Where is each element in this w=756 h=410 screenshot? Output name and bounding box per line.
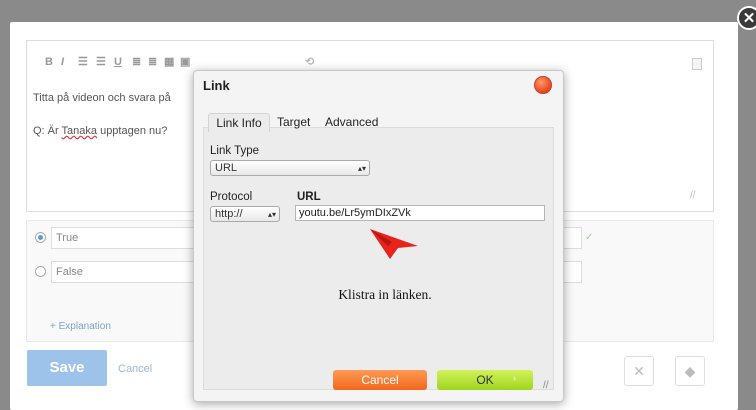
source-icon[interactable]: ⟲ [305, 55, 314, 68]
question-text-suffix: upptagen nu? [97, 125, 168, 137]
instruction-text: Klistra in länken. [338, 287, 432, 302]
resize-handle-icon[interactable]: // [690, 190, 696, 201]
protocol-label: Protocol [210, 191, 253, 203]
protocol-value: http:// [215, 208, 243, 220]
question-text-prefix: Q: Är [33, 125, 62, 137]
dialog-resize-icon[interactable]: // [543, 380, 549, 391]
protocol-select[interactable]: http:// ▴▾ [210, 206, 280, 222]
italic-icon[interactable]: I [61, 56, 64, 68]
align-left-icon[interactable]: ≣ [132, 55, 141, 68]
close-icon[interactable]: ✕ [737, 6, 756, 30]
tab-advanced[interactable]: Advanced [325, 113, 378, 131]
save-button[interactable]: Save [27, 350, 107, 386]
ordered-list-icon[interactable]: ☰ [78, 55, 88, 68]
misspelled-word: Tanaka [61, 125, 98, 137]
link-type-select[interactable]: URL ▴▾ [210, 160, 370, 176]
dialog-cancel-button[interactable]: Cancel [333, 370, 427, 390]
answer-false-radio[interactable] [35, 266, 46, 277]
scroll-up-icon[interactable] [692, 58, 702, 70]
question-text-line2: Q: Är Tanaka upptagen nu? [33, 125, 167, 137]
image-icon[interactable]: ▣ [180, 55, 190, 68]
answer-true-radio[interactable] [35, 232, 46, 243]
select-arrows-icon: ▴▾ [357, 164, 366, 173]
ok-chevron-icon: › [513, 373, 516, 383]
dialog-ok-button[interactable]: OK [437, 370, 533, 390]
dialog-title: Link [203, 78, 230, 93]
cancel-link[interactable]: Cancel [118, 363, 152, 375]
shuffle-icon[interactable]: ✕ [624, 356, 654, 386]
url-label: URL [297, 191, 321, 203]
select-arrows-icon: ▴▾ [267, 210, 276, 219]
tab-target[interactable]: Target [277, 113, 310, 131]
answer-false-input[interactable]: False [51, 261, 196, 283]
check-icon: ✓ [585, 232, 594, 243]
answer-true-input[interactable]: True [51, 227, 196, 249]
url-input[interactable]: youtu.be/Lr5ymDIxZVk [295, 205, 545, 221]
dialog-close-icon[interactable] [534, 76, 552, 94]
table-icon[interactable]: ▦ [164, 55, 174, 68]
add-explanation-link[interactable]: + Explanation [50, 321, 111, 332]
tab-link-info[interactable]: Link Info [208, 113, 270, 132]
link-type-label: Link Type [210, 145, 260, 157]
underline-icon[interactable]: U [114, 56, 122, 68]
answer-false-input-right[interactable] [562, 261, 582, 283]
align-center-icon[interactable]: ≣ [148, 55, 157, 68]
red-arrow-icon [370, 229, 418, 259]
question-text-line1: Titta på videon och svara på [33, 92, 171, 104]
answer-true-input-right[interactable] [562, 227, 582, 249]
bold-icon[interactable]: B [45, 56, 53, 68]
bullet-list-icon[interactable]: ☰ [96, 55, 106, 68]
link-type-value: URL [215, 162, 238, 174]
tag-icon[interactable]: ◆ [675, 356, 705, 386]
